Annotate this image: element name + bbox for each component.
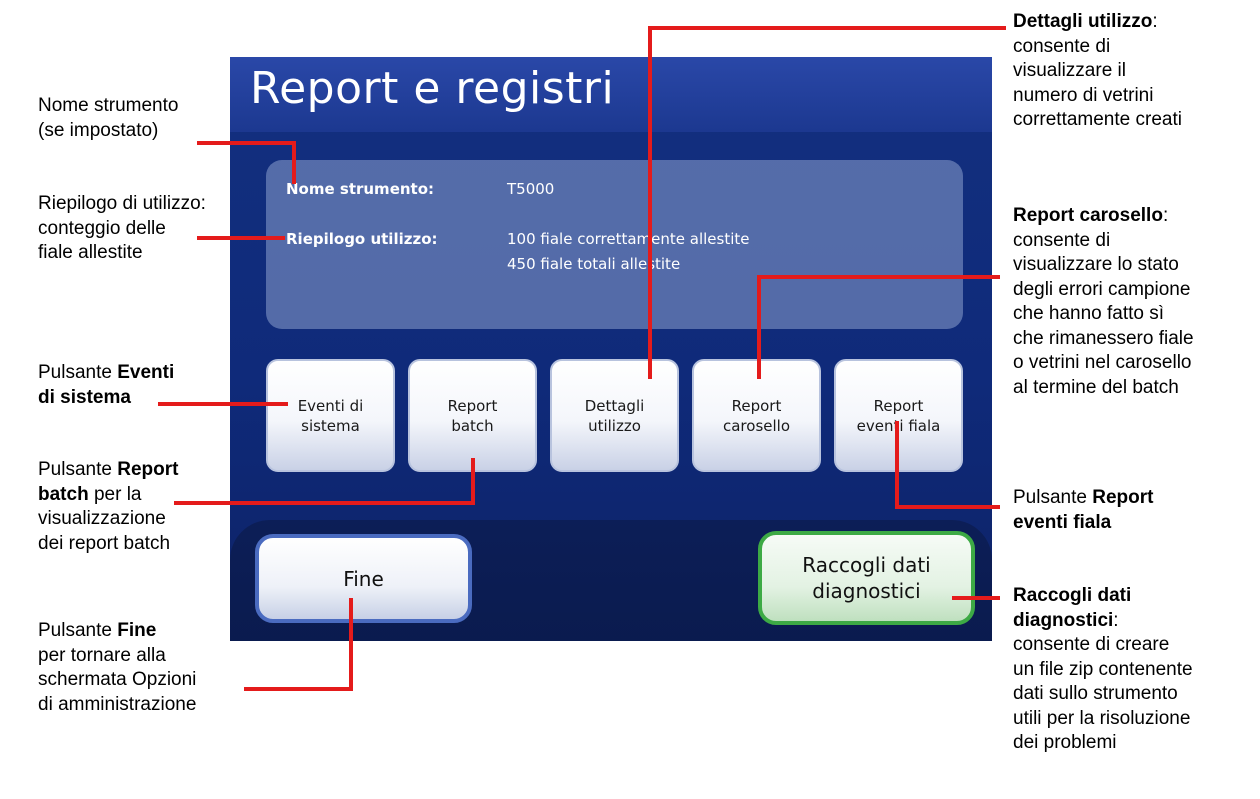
callout-line <box>197 141 296 145</box>
usage-summary-label: Riepilogo utilizzo: <box>286 230 438 248</box>
callout-usage-summary: Riepilogo di utilizzo: conteggio delle f… <box>38 193 206 263</box>
callout-line <box>292 141 296 184</box>
instrument-name-label: Nome strumento: <box>286 180 435 198</box>
usage-details-button[interactable]: Dettagli utilizzo <box>550 359 679 472</box>
instrument-name-value: T5000 <box>507 180 555 198</box>
callout-line <box>471 458 475 505</box>
callout-carousel-report: Report carosello: consente di visualizza… <box>1013 205 1194 398</box>
callout-usage-details: Dettagli utilizzo: consente di visualizz… <box>1013 11 1182 130</box>
callout-system-events: Pulsante Eventi di sistema <box>38 362 175 408</box>
callout-line <box>197 236 285 240</box>
report-button-row: Eventi di sistema Report batch Dettagli … <box>266 359 966 474</box>
usage-total-vials: 450 fiale totali allestite <box>507 255 681 273</box>
callout-vial-events: Pulsante Report eventi fiala <box>1013 487 1154 533</box>
callout-diagnostics: Raccogli dati diagnostici: consente di c… <box>1013 585 1193 753</box>
done-button[interactable]: Fine <box>255 534 472 623</box>
callout-line <box>757 275 761 379</box>
callout-line <box>648 26 1006 30</box>
system-events-button[interactable]: Eventi di sistema <box>266 359 395 472</box>
callout-instrument-name: Nome strumento (se impostato) <box>38 95 179 141</box>
device-screen: Report e registri Nome strumento: T5000 … <box>230 57 992 641</box>
callout-batch-report: Pulsante Report batch per la visualizzaz… <box>38 459 179 554</box>
callout-line <box>895 421 899 509</box>
callout-line <box>952 596 1000 600</box>
title-bar: Report e registri <box>230 57 992 132</box>
callout-line <box>349 598 353 691</box>
callout-done: Pulsante Fine per tornare alla schermata… <box>38 620 197 715</box>
screen-title: Report e registri <box>250 63 615 114</box>
callout-line <box>648 26 652 379</box>
callout-line <box>158 402 288 406</box>
collect-diagnostics-button[interactable]: Raccogli dati diagnostici <box>758 531 975 625</box>
callout-line <box>895 505 1000 509</box>
usage-correct-vials: 100 fiale correttamente allestite <box>507 230 750 248</box>
batch-report-button[interactable]: Report batch <box>408 359 537 472</box>
callout-line <box>757 275 1000 279</box>
callout-line <box>174 501 475 505</box>
usage-summary-panel: Nome strumento: T5000 Riepilogo utilizzo… <box>266 160 963 329</box>
callout-line <box>244 687 353 691</box>
